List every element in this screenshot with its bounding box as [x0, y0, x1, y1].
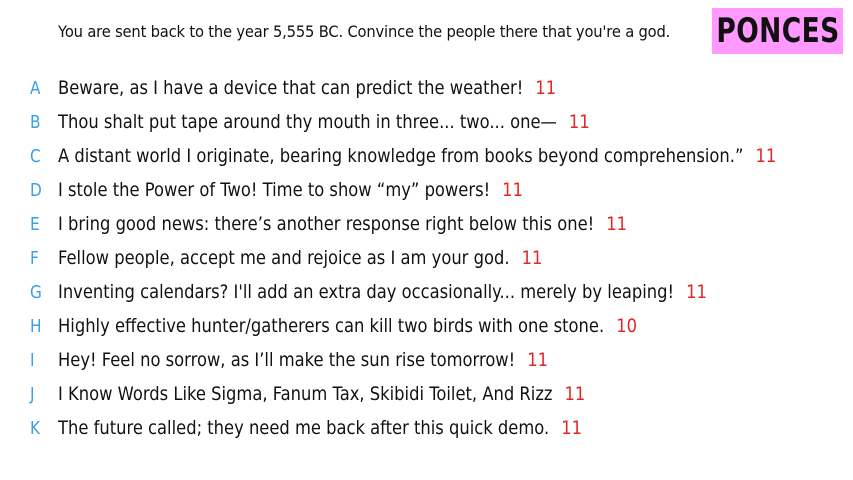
answer-letter: D: [30, 179, 42, 201]
prompt-text: You are sent back to the year 5,555 BC. …: [58, 22, 671, 41]
answer-text: Hey! Feel no sorrow, as I’ll make the su…: [58, 349, 516, 371]
answer-letter: J: [30, 383, 35, 405]
answer-letter: K: [30, 417, 41, 439]
answer-score: 11: [502, 179, 523, 201]
answer-score: 11: [606, 213, 628, 235]
answer-letter: G: [30, 281, 42, 303]
answer-text: Fellow people, accept me and rejoice as …: [58, 247, 510, 269]
answer-score: 11: [564, 383, 586, 405]
answer-text: I Know Words Like Sigma, Fanum Tax, Skib…: [58, 383, 553, 405]
answer-letter: I: [30, 349, 35, 371]
answer-letter: A: [30, 77, 41, 99]
answer-score: 10: [616, 315, 637, 337]
ponces-logo: PONCES: [712, 8, 843, 54]
answer-score: 11: [568, 111, 590, 133]
answer-text: The future called; they need me back aft…: [58, 417, 550, 439]
answer-text: A distant world I originate, bearing kno…: [58, 145, 744, 167]
answer-text: Inventing calendars? I'll add an extra d…: [58, 281, 675, 303]
answer-text: Thou shalt put tape around thy mouth in …: [58, 111, 557, 133]
answer-text: I stole the Power of Two! Time to show “…: [58, 179, 491, 201]
answer-letter: E: [30, 213, 40, 235]
answer-letter: C: [30, 145, 41, 167]
answer-letter: H: [30, 315, 42, 337]
answer-score: 11: [535, 77, 557, 99]
answer-text: Beware, as I have a device that can pred…: [58, 77, 524, 99]
answer-score: 11: [527, 349, 549, 371]
answer-score: 11: [686, 281, 707, 303]
answer-text: Highly effective hunter/gatherers can ki…: [58, 315, 605, 337]
logo-text: PONCES: [715, 11, 840, 51]
answer-letter: F: [30, 247, 39, 269]
answer-text: I bring good news: there’s another respo…: [58, 213, 595, 235]
answer-score: 11: [521, 247, 543, 269]
answer-score: 11: [755, 145, 777, 167]
answer-score: 11: [561, 417, 583, 439]
answer-letter: B: [30, 111, 41, 133]
